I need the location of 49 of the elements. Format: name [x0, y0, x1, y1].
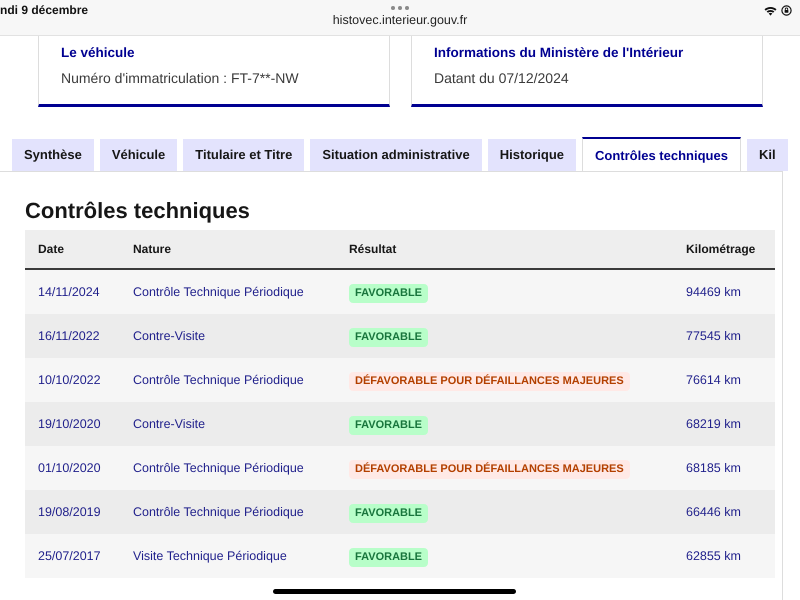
nature-cell-text: Contrôle Technique Périodique	[133, 284, 304, 301]
result-badge: FAVORABLE	[349, 416, 428, 435]
card-title: Informations du Ministère de l'Intérieur	[434, 44, 684, 62]
tab[interactable]: Titulaire et Titre	[183, 139, 304, 171]
url-text[interactable]: histovec.interieur.gouv.fr	[332, 13, 468, 28]
date-cell-text: 14/11/2024	[38, 284, 100, 301]
nature-cell-text: Contre-Visite	[133, 328, 206, 345]
tab[interactable]: Synthèse	[12, 139, 94, 171]
date-cell-text: 19/08/2019	[38, 504, 101, 521]
result-badge: FAVORABLE	[349, 504, 428, 523]
nature-cell-text: Contre-Visite	[133, 416, 206, 433]
result-badge: FAVORABLE	[349, 328, 428, 347]
card-text: Datant du 07/12/2024	[434, 69, 570, 88]
date-cell-text: 16/11/2022	[38, 328, 100, 345]
column-header: Date	[37, 241, 66, 258]
section-title: Contrôles techniques	[25, 198, 251, 224]
date-cell-text: 10/10/2022	[38, 372, 101, 389]
status-date: ndi 9 décembre	[0, 3, 88, 17]
nature-cell-text: Contrôle Technique Périodique	[133, 372, 304, 389]
nature-cell-text: Contrôle Technique Périodique	[133, 460, 304, 477]
mileage-cell-text: 94469 km	[686, 284, 741, 301]
nature-cell-text: Contrôle Technique Périodique	[133, 504, 304, 521]
tab[interactable]: Kil	[746, 139, 788, 171]
card-title: Le véhicule	[61, 44, 136, 62]
date-cell-text: 01/10/2020	[38, 460, 101, 477]
mileage-cell-text: 66446 km	[686, 504, 741, 521]
more-dots-icon[interactable]	[391, 6, 409, 10]
rotation-lock-icon	[781, 5, 792, 16]
result-badge: DÉFAVORABLE POUR DÉFAILLANCES MAJEURES	[349, 460, 630, 479]
date-cell-text: 25/07/2017	[38, 548, 101, 565]
card-text: Numéro d'immatriculation : FT-7**-NW	[61, 69, 300, 88]
tab[interactable]: Situation administrative	[310, 139, 482, 171]
mileage-cell-text: 76614 km	[686, 372, 741, 389]
mileage-cell-text: 77545 km	[686, 328, 741, 345]
mileage-cell-text: 68219 km	[686, 416, 741, 433]
tab[interactable]: Contrôles techniques	[582, 137, 741, 171]
result-badge: DÉFAVORABLE POUR DÉFAILLANCES MAJEURES	[349, 372, 630, 391]
mileage-cell-text: 68185 km	[686, 460, 741, 477]
column-header: Nature	[132, 241, 172, 258]
result-badge: FAVORABLE	[349, 284, 428, 303]
column-header: Kilométrage	[685, 241, 756, 258]
mileage-cell-text: 62855 km	[686, 548, 741, 565]
result-badge: FAVORABLE	[349, 548, 428, 567]
wifi-icon	[764, 6, 777, 16]
tab[interactable]: Historique	[488, 139, 576, 171]
date-cell-text: 19/10/2020	[38, 416, 101, 433]
column-header: Résultat	[348, 241, 398, 258]
nature-cell-text: Visite Technique Périodique	[133, 548, 287, 565]
tab[interactable]: Véhicule	[100, 139, 178, 171]
